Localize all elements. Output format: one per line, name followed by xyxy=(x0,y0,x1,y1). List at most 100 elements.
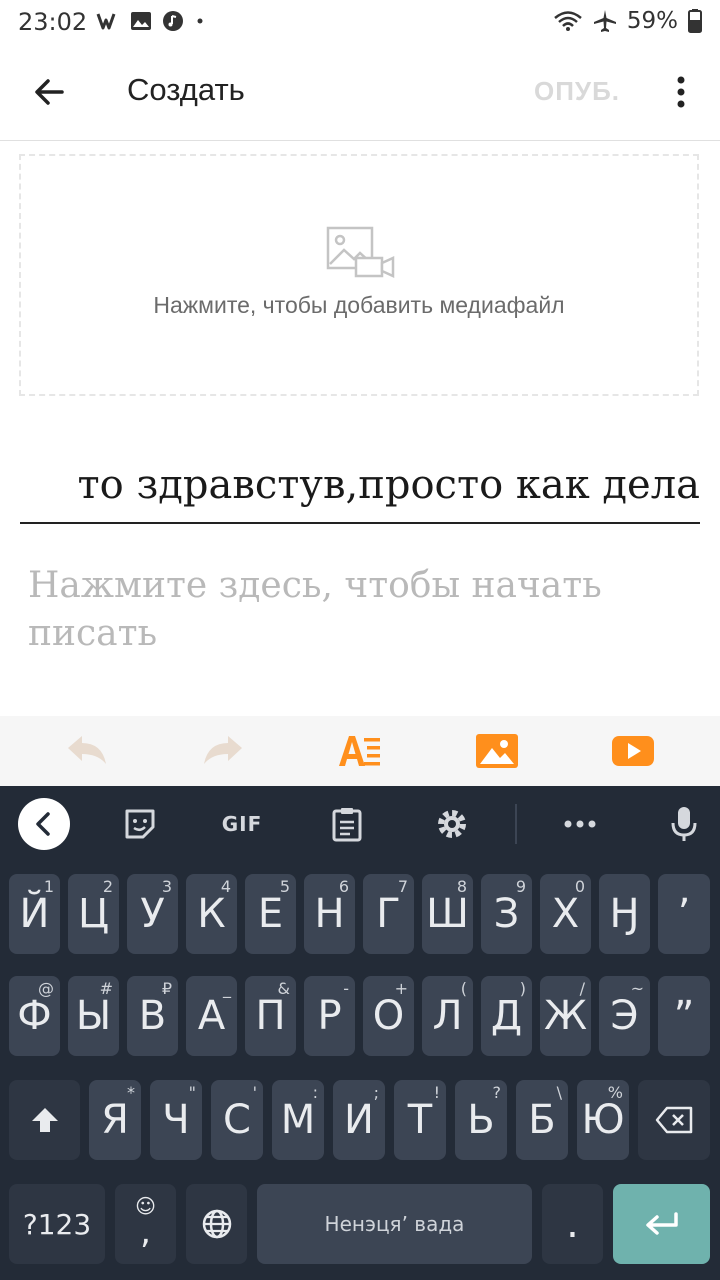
back-arrow-icon[interactable] xyxy=(30,72,70,112)
key-label: Н xyxy=(314,891,345,937)
backspace-key[interactable] xyxy=(638,1080,710,1160)
more-tools-button[interactable] xyxy=(556,800,604,848)
collapse-keyboard-button[interactable] xyxy=(18,798,70,850)
key-г[interactable]: Г7 xyxy=(363,874,414,954)
key-в[interactable]: В ₽ xyxy=(127,976,178,1056)
key-е[interactable]: Е5 xyxy=(245,874,296,954)
key-я[interactable]: Я * xyxy=(89,1080,141,1160)
key-hint: 3 xyxy=(161,877,172,896)
keyboard-toolbar: GIF xyxy=(0,786,720,864)
key-hint: " xyxy=(188,1083,196,1102)
key-hint: ~ xyxy=(630,979,644,998)
key-hint: 0 xyxy=(574,877,585,896)
add-media-area[interactable]: Нажмите, чтобы добавить медиафайл xyxy=(19,154,699,396)
key-ф[interactable]: Ф @ xyxy=(9,976,60,1056)
key-label: З xyxy=(493,891,520,937)
key-label: ’ xyxy=(677,891,691,937)
key-к[interactable]: К4 xyxy=(186,874,237,954)
key-label: К xyxy=(197,891,226,937)
media-placeholder-icon xyxy=(326,226,395,278)
key-з[interactable]: З9 xyxy=(481,874,532,954)
key-label: У xyxy=(140,891,165,937)
battery-percent: 59% xyxy=(626,8,678,34)
key-м[interactable]: М: xyxy=(272,1080,324,1160)
key-н[interactable]: Н6 xyxy=(304,874,355,954)
key-э[interactable]: Э ~ xyxy=(599,976,650,1056)
key-б[interactable]: Б \ xyxy=(516,1080,568,1160)
enter-key[interactable] xyxy=(613,1184,710,1264)
key-hint: 1 xyxy=(43,877,54,896)
voice-input-button[interactable] xyxy=(660,800,708,848)
key-hint: % xyxy=(607,1083,623,1102)
space-key[interactable]: Ненэця’ вада xyxy=(257,1184,532,1264)
key-label: Й xyxy=(19,891,50,937)
key-у[interactable]: У3 xyxy=(127,874,178,954)
key-label: А xyxy=(197,993,226,1039)
key-о[interactable]: О + xyxy=(363,976,414,1056)
more-icon xyxy=(564,820,596,828)
key-с[interactable]: С ' xyxy=(211,1080,263,1160)
key-ц[interactable]: Ц2 xyxy=(68,874,119,954)
key-label: Д xyxy=(490,993,523,1039)
key-label: Ю xyxy=(581,1097,625,1143)
key-label: Ф xyxy=(17,993,52,1039)
key-д[interactable]: Д) xyxy=(481,976,532,1056)
key-ш[interactable]: Ш8 xyxy=(422,874,473,954)
text-format-icon[interactable] xyxy=(336,730,382,772)
key-ь[interactable]: Ь? xyxy=(455,1080,507,1160)
key-label: Е xyxy=(257,891,284,937)
emoji-comma-key[interactable]: ☺ , xyxy=(115,1184,176,1264)
key-п[interactable]: П & xyxy=(245,976,296,1056)
key-и[interactable]: И; xyxy=(333,1080,385,1160)
key-hint: ) xyxy=(519,979,526,998)
insert-video-icon[interactable] xyxy=(610,730,656,772)
language-key[interactable] xyxy=(186,1184,247,1264)
key-ю[interactable]: Ю% xyxy=(577,1080,629,1160)
key-label: П xyxy=(255,993,286,1039)
story-title-input[interactable]: то здравстув,просто как дела xyxy=(20,460,700,524)
page-title: Создать xyxy=(127,72,245,107)
gif-button[interactable]: GIF xyxy=(218,800,266,848)
airplane-icon xyxy=(593,10,616,32)
key-т[interactable]: Т! xyxy=(394,1080,446,1160)
key-label: Г xyxy=(376,891,401,937)
key-label: Ӈ xyxy=(609,891,640,937)
key-й[interactable]: Й1 xyxy=(9,874,60,954)
publish-button[interactable]: ОПУБ. xyxy=(534,76,620,107)
key-quote[interactable]: ” xyxy=(658,976,710,1056)
key-hint: 5 xyxy=(279,877,290,896)
key-label: Ь xyxy=(467,1097,495,1143)
key-label: И xyxy=(344,1097,374,1143)
key-х[interactable]: Х0 xyxy=(540,874,591,954)
insert-image-icon[interactable] xyxy=(474,730,520,772)
key-ы[interactable]: Ы # xyxy=(68,976,119,1056)
more-options-icon[interactable] xyxy=(666,72,696,112)
key-р[interactable]: Р- xyxy=(304,976,355,1056)
clipboard-button[interactable] xyxy=(323,800,371,848)
shift-key[interactable] xyxy=(9,1080,80,1160)
key-ng[interactable]: Ӈ xyxy=(599,874,650,954)
settings-icon xyxy=(438,810,466,838)
chevron-left-icon xyxy=(36,812,50,836)
keyboard-settings-button[interactable] xyxy=(428,800,476,848)
undo-icon[interactable] xyxy=(64,730,110,772)
key-hint: @ xyxy=(38,979,54,998)
period-key[interactable]: . xyxy=(542,1184,603,1264)
wattpad-icon xyxy=(96,13,116,30)
status-bar: 23:02 59% xyxy=(0,0,720,44)
key-а[interactable]: А _ xyxy=(186,976,237,1056)
key-ч[interactable]: Ч " xyxy=(150,1080,202,1160)
key-hint: / xyxy=(579,979,585,998)
sticker-icon xyxy=(125,809,155,839)
key-hint: _ xyxy=(223,979,231,998)
redo-icon[interactable] xyxy=(200,730,246,772)
key-label: ” xyxy=(673,993,695,1039)
key-ж[interactable]: Ж / xyxy=(540,976,591,1056)
key-label: Б xyxy=(528,1097,556,1143)
key-apostrophe[interactable]: ’ xyxy=(658,874,710,954)
comma-label: , xyxy=(140,1212,151,1252)
numbers-key[interactable]: ?123 xyxy=(9,1184,105,1264)
story-body-input[interactable]: Нажмите здесь, чтобы начать писать xyxy=(28,562,688,658)
sticker-button[interactable] xyxy=(116,800,164,848)
key-л[interactable]: Л( xyxy=(422,976,473,1056)
